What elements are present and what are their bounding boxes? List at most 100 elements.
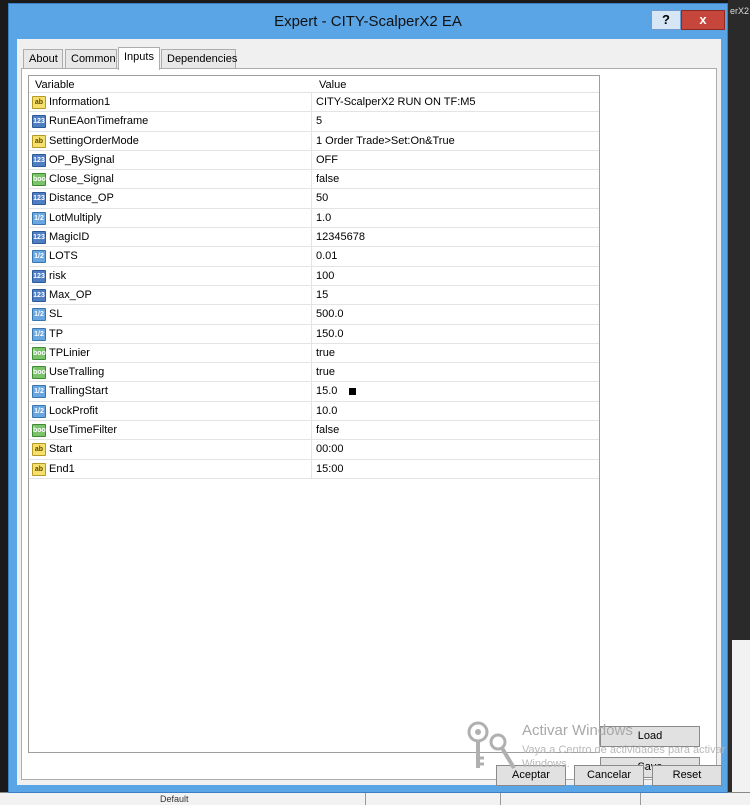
input-variable-name: SL (49, 308, 63, 321)
input-variable-name: End1 (49, 462, 75, 475)
input-value-cell[interactable]: 150.0 (316, 325, 344, 344)
input-row[interactable]: ab Information1 CITY-ScalperX2 RUN ON TF:M… (29, 93, 599, 113)
input-value-cell[interactable]: false (316, 170, 339, 189)
close-button[interactable]: x (681, 10, 725, 30)
input-value[interactable]: OFF (316, 154, 338, 166)
input-row[interactable]: 1/2 SL 500.0 (29, 305, 599, 325)
input-row[interactable]: 123 RunEAonTimeframe 5 (29, 112, 599, 132)
input-value[interactable]: true (316, 366, 335, 378)
help-button[interactable]: ? (651, 10, 681, 30)
input-value-cell[interactable]: 15 (316, 286, 328, 305)
input-variable-cell: bool TPLinier (29, 343, 312, 363)
edit-cursor-marker (349, 388, 357, 396)
input-row[interactable]: bool Close_Signal false (29, 170, 599, 190)
input-row[interactable]: bool TPLinier true (29, 343, 599, 364)
input-value-cell[interactable]: 1.0 (316, 209, 331, 228)
tab-common[interactable]: Common (65, 49, 117, 69)
input-variable-name: Close_Signal (49, 173, 114, 186)
tab-dependencies[interactable]: Dependencies (161, 49, 237, 69)
input-variable-name: UseTralling (49, 366, 105, 379)
input-row[interactable]: 1/2 LockProfit 10.0 (29, 401, 599, 422)
background-app-label: erX2 (730, 6, 750, 16)
input-row[interactable]: 123 risk 100 (29, 266, 599, 286)
input-variable-cell: bool Close_Signal (29, 170, 312, 189)
input-row[interactable]: 123 OP_BySignal OFF (29, 150, 599, 171)
input-value-cell[interactable]: true (316, 363, 335, 382)
input-value-cell[interactable]: 15.0 (316, 382, 357, 401)
input-row[interactable]: 1/2 LOTS 0.01 (29, 247, 599, 267)
input-value-cell[interactable]: 1 Order Trade>Set:On&True (316, 132, 455, 151)
integer-type-icon: 123 (32, 288, 46, 302)
background-grid-line (365, 793, 366, 805)
input-variable-cell: ab Information1 (29, 93, 312, 112)
input-value-cell[interactable]: 10.0 (316, 402, 337, 421)
inputs-rows: ab Information1 CITY-ScalperX2 RUN ON TF:M… (29, 93, 599, 479)
reset-button[interactable]: Reset (652, 765, 722, 786)
input-value[interactable]: 00:00 (316, 443, 344, 455)
input-value[interactable]: CITY-ScalperX2 RUN ON TF:M5 (316, 96, 476, 108)
input-value[interactable]: 150.0 (316, 328, 344, 340)
input-value[interactable]: false (316, 424, 339, 436)
column-header-variable[interactable]: Variable (35, 79, 75, 91)
input-value[interactable]: 15.0 (316, 385, 337, 397)
input-row[interactable]: ab SettingOrderMode 1 Order Trade>Set:On&T… (29, 131, 599, 151)
input-value[interactable]: 12345678 (316, 231, 365, 243)
input-value[interactable]: 10.0 (316, 405, 337, 417)
input-value-cell[interactable]: 12345678 (316, 228, 365, 247)
inputs-list[interactable]: Variable Value ab Information1 CITY-Scalpe… (28, 75, 600, 753)
string-type-icon: ab (32, 96, 46, 109)
input-variable-cell: 123 OP_BySignal (29, 150, 312, 170)
input-value[interactable]: 0.01 (316, 250, 337, 262)
input-value[interactable]: 1 Order Trade>Set:On&True (316, 135, 455, 147)
input-value[interactable]: 5 (316, 115, 322, 127)
input-value[interactable]: false (316, 173, 339, 185)
input-variable-name: LotMultiply (49, 211, 102, 224)
expert-properties-dialog: Expert - CITY-ScalperX2 EA ? x About Com… (8, 3, 728, 793)
boolean-type-icon: bool (32, 366, 48, 380)
input-value-cell[interactable]: OFF (316, 151, 338, 170)
tab-about[interactable]: About (23, 49, 63, 69)
input-variable-cell: 123 RunEAonTimeframe (29, 112, 312, 131)
input-value[interactable]: true (316, 347, 335, 359)
input-value-cell[interactable]: CITY-ScalperX2 RUN ON TF:M5 (316, 93, 476, 112)
input-value-cell[interactable]: 50 (316, 189, 328, 208)
dialog-titlebar[interactable]: Expert - CITY-ScalperX2 EA ? x (9, 4, 727, 40)
integer-type-icon: 123 (32, 153, 46, 167)
input-value-cell[interactable]: 5 (316, 112, 322, 131)
input-value-cell[interactable]: true (316, 344, 335, 363)
load-button[interactable]: Load (600, 726, 700, 747)
input-value-cell[interactable]: false (316, 421, 339, 440)
input-variable-cell: 123 MagicID (29, 228, 312, 247)
input-value[interactable]: 50 (316, 192, 328, 204)
dialog-title: Expert - CITY-ScalperX2 EA (274, 13, 462, 30)
input-value-cell[interactable]: 100 (316, 267, 334, 286)
column-header-value[interactable]: Value (319, 79, 346, 91)
input-value-cell[interactable]: 15:00 (316, 460, 344, 479)
input-variable-name: Distance_OP (49, 192, 114, 205)
input-value[interactable]: 1.0 (316, 212, 331, 224)
tab-inputs[interactable]: Inputs (118, 47, 160, 70)
background-app-panel (732, 640, 750, 805)
input-value-cell[interactable]: 0.01 (316, 247, 337, 266)
input-value-cell[interactable]: 500.0 (316, 305, 344, 324)
input-value[interactable]: 500.0 (316, 308, 344, 320)
input-row[interactable]: ab Start 00:00 (29, 440, 599, 460)
input-row[interactable]: 1/2 LotMultiply 1.0 (29, 208, 599, 229)
cancel-button[interactable]: Cancelar (574, 765, 644, 786)
input-variable-name: MagicID (49, 231, 90, 244)
input-value[interactable]: 100 (316, 270, 334, 282)
input-row[interactable]: bool UseTralling true (29, 363, 599, 383)
input-row[interactable]: 1/2 TP 150.0 (29, 324, 599, 344)
input-row[interactable]: ab End1 15:00 (29, 459, 599, 479)
input-value-cell[interactable]: 00:00 (316, 440, 344, 459)
input-row[interactable]: 123 MagicID 12345678 (29, 228, 599, 248)
boolean-type-icon: bool (32, 173, 48, 187)
input-row[interactable]: 123 Distance_OP 50 (29, 189, 599, 209)
input-variable-cell: ab SettingOrderMode (29, 131, 312, 150)
ok-button[interactable]: Aceptar (496, 765, 566, 786)
input-value[interactable]: 15 (316, 289, 328, 301)
input-value[interactable]: 15:00 (316, 463, 344, 475)
input-row[interactable]: 1/2 TrallingStart 15.0 (29, 382, 599, 402)
input-row[interactable]: 123 Max_OP 15 (29, 285, 599, 306)
input-row[interactable]: bool UseTimeFilter false (29, 421, 599, 441)
